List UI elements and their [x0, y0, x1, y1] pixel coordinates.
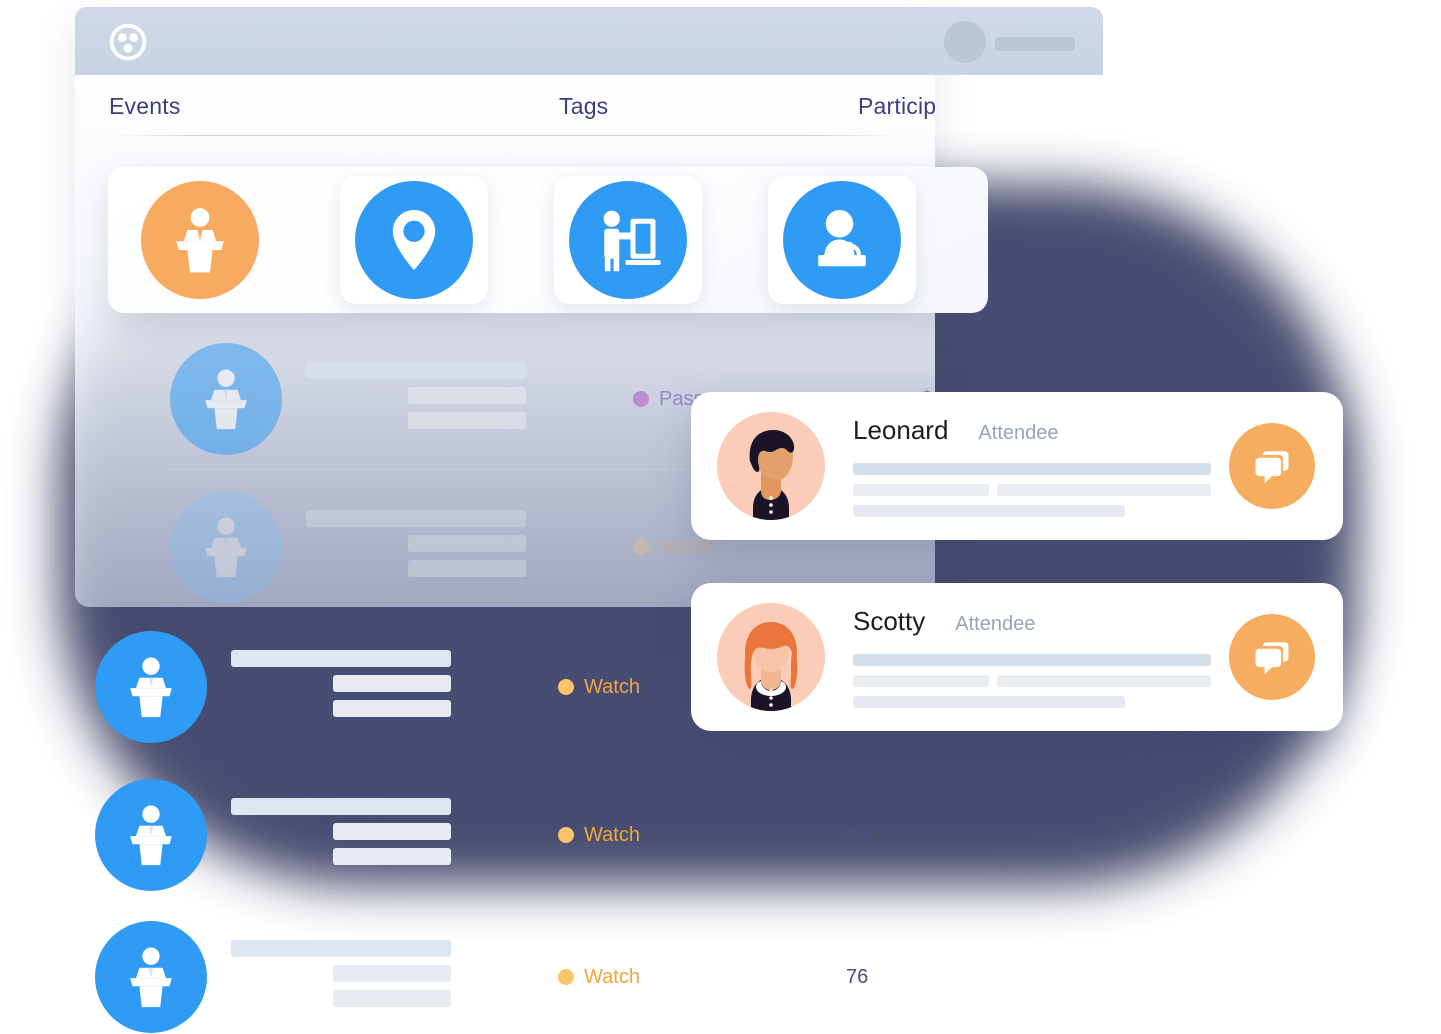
status-badge: Watch: [558, 966, 640, 989]
participant-card[interactable]: Scotty Attendee: [691, 583, 1343, 731]
detail-placeholder-bar: [996, 484, 1211, 496]
event-row[interactable]: Watch 76: [0, 921, 1050, 1033]
event-metric: 84: [846, 823, 869, 846]
detail-placeholder-bar: [853, 484, 989, 496]
event-row[interactable]: Watch 84: [0, 779, 1050, 891]
detail-placeholder-row: [853, 675, 1211, 696]
participant-role: Attendee: [978, 422, 1059, 444]
status-dot-icon: [558, 827, 574, 843]
status-dot-icon: [558, 679, 574, 695]
status-badge: Watch: [558, 824, 640, 847]
detail-placeholder-bar: [853, 675, 989, 687]
event-title-placeholder: [231, 939, 451, 1015]
detail-placeholder-row: [853, 484, 1211, 505]
participant-name: Leonard: [853, 415, 949, 445]
column-header-tags: Tags: [559, 93, 609, 119]
speaker-podium-icon: [95, 921, 207, 1033]
avatar: [717, 412, 825, 520]
status-dot-icon: [633, 391, 649, 407]
user-name-placeholder: [995, 37, 1075, 51]
detail-placeholder-bar: [853, 696, 1126, 708]
chat-bubbles-icon[interactable]: [1229, 614, 1315, 700]
column-header-bar: Events Tags Participants: [75, 75, 935, 137]
avatar: [717, 603, 825, 711]
column-header-events: Events: [109, 93, 181, 119]
user-avatar[interactable]: [944, 21, 986, 63]
category-tile-speaker[interactable]: [126, 176, 274, 304]
location-pin-icon: [355, 181, 473, 299]
speaker-podium-icon: [141, 181, 259, 299]
event-title-placeholder: [306, 361, 526, 437]
detail-placeholder-bar: [853, 654, 1211, 666]
status-badge: Watch: [558, 676, 640, 699]
participant-details: Scotty Attendee: [853, 606, 1211, 708]
status-label: Watch: [584, 675, 640, 698]
status-badge: Watch: [633, 536, 715, 559]
participant-details: Leonard Attendee: [853, 415, 1211, 517]
status-dot-icon: [633, 539, 649, 555]
speaker-podium-icon: [170, 491, 282, 603]
app-logo-icon[interactable]: [107, 21, 149, 63]
window-title-bar: [75, 7, 1103, 75]
event-metric: 76: [846, 965, 869, 988]
detail-placeholder-bar: [996, 675, 1211, 687]
speaker-podium-icon: [95, 631, 207, 743]
status-dot-icon: [558, 969, 574, 985]
speaker-podium-icon: [95, 779, 207, 891]
participant-name: Scotty: [853, 606, 926, 636]
event-title-placeholder: [306, 509, 526, 585]
detail-placeholder-bar: [853, 505, 1126, 517]
participant-card[interactable]: Leonard Attendee: [691, 392, 1343, 540]
detail-placeholder-bar: [853, 463, 1211, 475]
category-icon-card: [108, 167, 988, 313]
chat-bubbles-icon[interactable]: [1229, 423, 1315, 509]
status-label: Watch: [584, 823, 640, 846]
category-tile-speaker-mic[interactable]: [768, 176, 916, 304]
column-header-divider: [109, 135, 903, 136]
category-tile-location[interactable]: [340, 176, 488, 304]
participant-role: Attendee: [955, 613, 1036, 635]
status-label: Watch: [584, 965, 640, 988]
event-title-placeholder: [231, 797, 451, 873]
speaker-microphone-icon: [783, 181, 901, 299]
column-header-participants: Participants: [858, 93, 935, 119]
category-tile-presenter[interactable]: [554, 176, 702, 304]
presenter-board-icon: [569, 181, 687, 299]
speaker-podium-icon: [170, 343, 282, 455]
event-title-placeholder: [231, 649, 451, 725]
